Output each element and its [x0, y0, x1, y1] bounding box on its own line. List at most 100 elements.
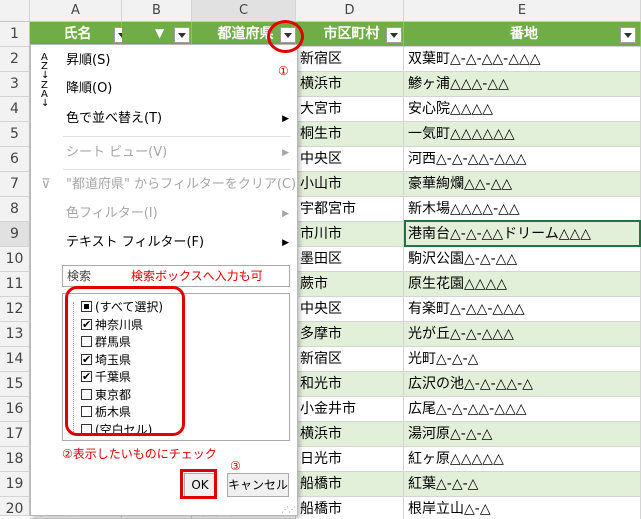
address-cell[interactable]: 河西△-△-△△-△△△: [404, 147, 641, 172]
header-cell-address[interactable]: 番地: [404, 22, 641, 47]
address-cell[interactable]: 双葉町△-△-△△-△△△: [404, 47, 641, 72]
header-address-label: 番地: [510, 26, 538, 42]
column-header-c[interactable]: C: [192, 0, 296, 22]
address-cell[interactable]: 紅ヶ原△△△△△: [404, 447, 641, 472]
city-cell[interactable]: 横浜市: [296, 72, 404, 97]
address-cell[interactable]: 光町△-△-△: [404, 347, 641, 372]
row-header[interactable]: 16: [0, 397, 30, 422]
row-header[interactable]: 11: [0, 272, 30, 297]
filter-dropdown-city[interactable]: [386, 27, 402, 43]
text-filter-label: テキスト フィルター(F): [66, 235, 205, 250]
row-header[interactable]: 17: [0, 422, 30, 447]
row-header[interactable]: 7: [0, 172, 30, 197]
menu-clear-filter[interactable]: ⊽ "都道府県" からフィルターをクリア(C): [31, 171, 297, 199]
address-cell[interactable]: 原生花園△△△△: [404, 272, 641, 297]
menu-sort-by-color[interactable]: 色で並べ替え(T) ▶: [31, 105, 297, 133]
city-cell[interactable]: 桐生市: [296, 122, 404, 147]
city-cell[interactable]: 横浜市: [296, 422, 404, 447]
address-cell[interactable]: 港南台△-△-△△ドリーム△△△: [404, 222, 641, 247]
row-header[interactable]: 20: [0, 497, 30, 517]
menu-sort-descending[interactable]: ZA ↓ 降順(O): [31, 75, 297, 109]
header-prefecture-label: 都道府県: [217, 26, 274, 42]
header-city-label: 市区町村: [323, 26, 380, 42]
address-cell[interactable]: 広沢の池△-△-△△-△: [404, 372, 641, 397]
clear-filter-icon: ⊽: [41, 177, 51, 192]
row-header[interactable]: 2: [0, 47, 30, 72]
column-header-b[interactable]: B: [122, 0, 192, 22]
city-cell[interactable]: 和光市: [296, 372, 404, 397]
select-all-corner[interactable]: [0, 0, 30, 22]
submenu-arrow-icon: ▶: [282, 238, 289, 248]
column-header-a[interactable]: A: [30, 0, 122, 22]
row-header[interactable]: 10: [0, 247, 30, 272]
submenu-arrow-icon: ▶: [282, 114, 289, 124]
submenu-arrow-icon: ▶: [282, 209, 289, 219]
row-header[interactable]: 9: [0, 222, 30, 247]
funnel-icon: ▼: [155, 26, 165, 40]
submenu-arrow-icon: ▶: [282, 148, 289, 158]
row-header[interactable]: 18: [0, 447, 30, 472]
row-header[interactable]: 12: [0, 297, 30, 322]
row-header[interactable]: 19: [0, 472, 30, 497]
address-cell[interactable]: 根岸立山△-△: [404, 497, 641, 519]
row-header[interactable]: 1: [0, 22, 30, 47]
address-cell[interactable]: 光が丘△-△-△△△: [404, 322, 641, 347]
city-cell[interactable]: 船橋市: [296, 497, 404, 519]
filter-dropdown-b[interactable]: [174, 27, 190, 43]
row-header[interactable]: 15: [0, 372, 30, 397]
city-cell[interactable]: 大宮市: [296, 97, 404, 122]
menu-sort-ascending[interactable]: AZ ↓ 昇順(S): [31, 47, 297, 81]
annotation-circle-filter-button: [267, 20, 304, 53]
column-header-e[interactable]: E: [404, 0, 641, 22]
sort-by-color-label: 色で並べ替え(T): [66, 111, 163, 126]
city-cell[interactable]: 新宿区: [296, 47, 404, 72]
menu-color-filter[interactable]: 色フィルター(I) ▶: [31, 200, 297, 228]
city-cell[interactable]: 中央区: [296, 147, 404, 172]
city-cell[interactable]: 船橋市: [296, 472, 404, 497]
address-cell[interactable]: 新木場△△△△-△△: [404, 197, 641, 222]
city-cell[interactable]: 市川市: [296, 222, 404, 247]
address-cell[interactable]: 駒沢公園△-△-△△: [404, 247, 641, 272]
filter-dropdown-address[interactable]: [620, 27, 636, 43]
address-cell[interactable]: 有楽町△-△△-△△△: [404, 297, 641, 322]
row-header[interactable]: 6: [0, 147, 30, 172]
menu-text-filter[interactable]: テキスト フィルター(F) ▶: [31, 229, 297, 257]
city-cell[interactable]: 新宿区: [296, 347, 404, 372]
address-cell[interactable]: 一気町△△△△△△: [404, 122, 641, 147]
row-header[interactable]: 8: [0, 197, 30, 222]
sheet-view-label: シート ビュー(V): [66, 145, 168, 160]
resize-grip-icon[interactable]: ⋰⋰: [281, 505, 296, 514]
city-cell[interactable]: 中央区: [296, 297, 404, 322]
city-cell[interactable]: 多摩市: [296, 322, 404, 347]
annotation-step3: ③: [230, 459, 241, 473]
city-cell[interactable]: 宇都宮市: [296, 197, 404, 222]
address-cell[interactable]: 豪華絢爛△△-△△: [404, 172, 641, 197]
row-header[interactable]: 13: [0, 322, 30, 347]
address-cell[interactable]: 広尾△-△-△△-△△△: [404, 397, 641, 422]
search-input[interactable]: 検索 検索ボックスへ入力も可: [62, 265, 290, 287]
cancel-button[interactable]: キャンセル: [227, 473, 289, 497]
annotation-step2: ②表示したいものにチェック: [62, 447, 217, 461]
row-header[interactable]: 5: [0, 122, 30, 147]
column-header-d[interactable]: D: [296, 0, 404, 22]
address-cell[interactable]: 湯河原△-△-△: [404, 422, 641, 447]
sort-ascending-label: 昇順(S): [66, 53, 111, 68]
annotation-step1: ①: [278, 64, 289, 78]
city-cell[interactable]: 小山市: [296, 172, 404, 197]
address-cell[interactable]: 鯵ヶ浦△△△-△△: [404, 72, 641, 97]
row-header[interactable]: 14: [0, 347, 30, 372]
sort-ascending-icon: AZ ↓: [41, 52, 50, 81]
city-cell[interactable]: 蕨市: [296, 272, 404, 297]
menu-sheet-view[interactable]: シート ビュー(V) ▶: [31, 139, 297, 167]
annotation-box-checklist: [65, 286, 185, 436]
row-header[interactable]: 4: [0, 97, 30, 122]
city-cell[interactable]: 墨田区: [296, 247, 404, 272]
sort-descending-icon: ZA ↓: [41, 80, 50, 109]
annotation-search-hint: 検索ボックスへ入力も可: [131, 269, 263, 283]
city-cell[interactable]: 日光市: [296, 447, 404, 472]
row-header[interactable]: 3: [0, 72, 30, 97]
address-cell[interactable]: 紅葉△-△-△: [404, 472, 641, 497]
city-cell[interactable]: 小金井市: [296, 397, 404, 422]
address-cell[interactable]: 安心院△△△△: [404, 97, 641, 122]
annotation-box-ok: [180, 469, 217, 499]
